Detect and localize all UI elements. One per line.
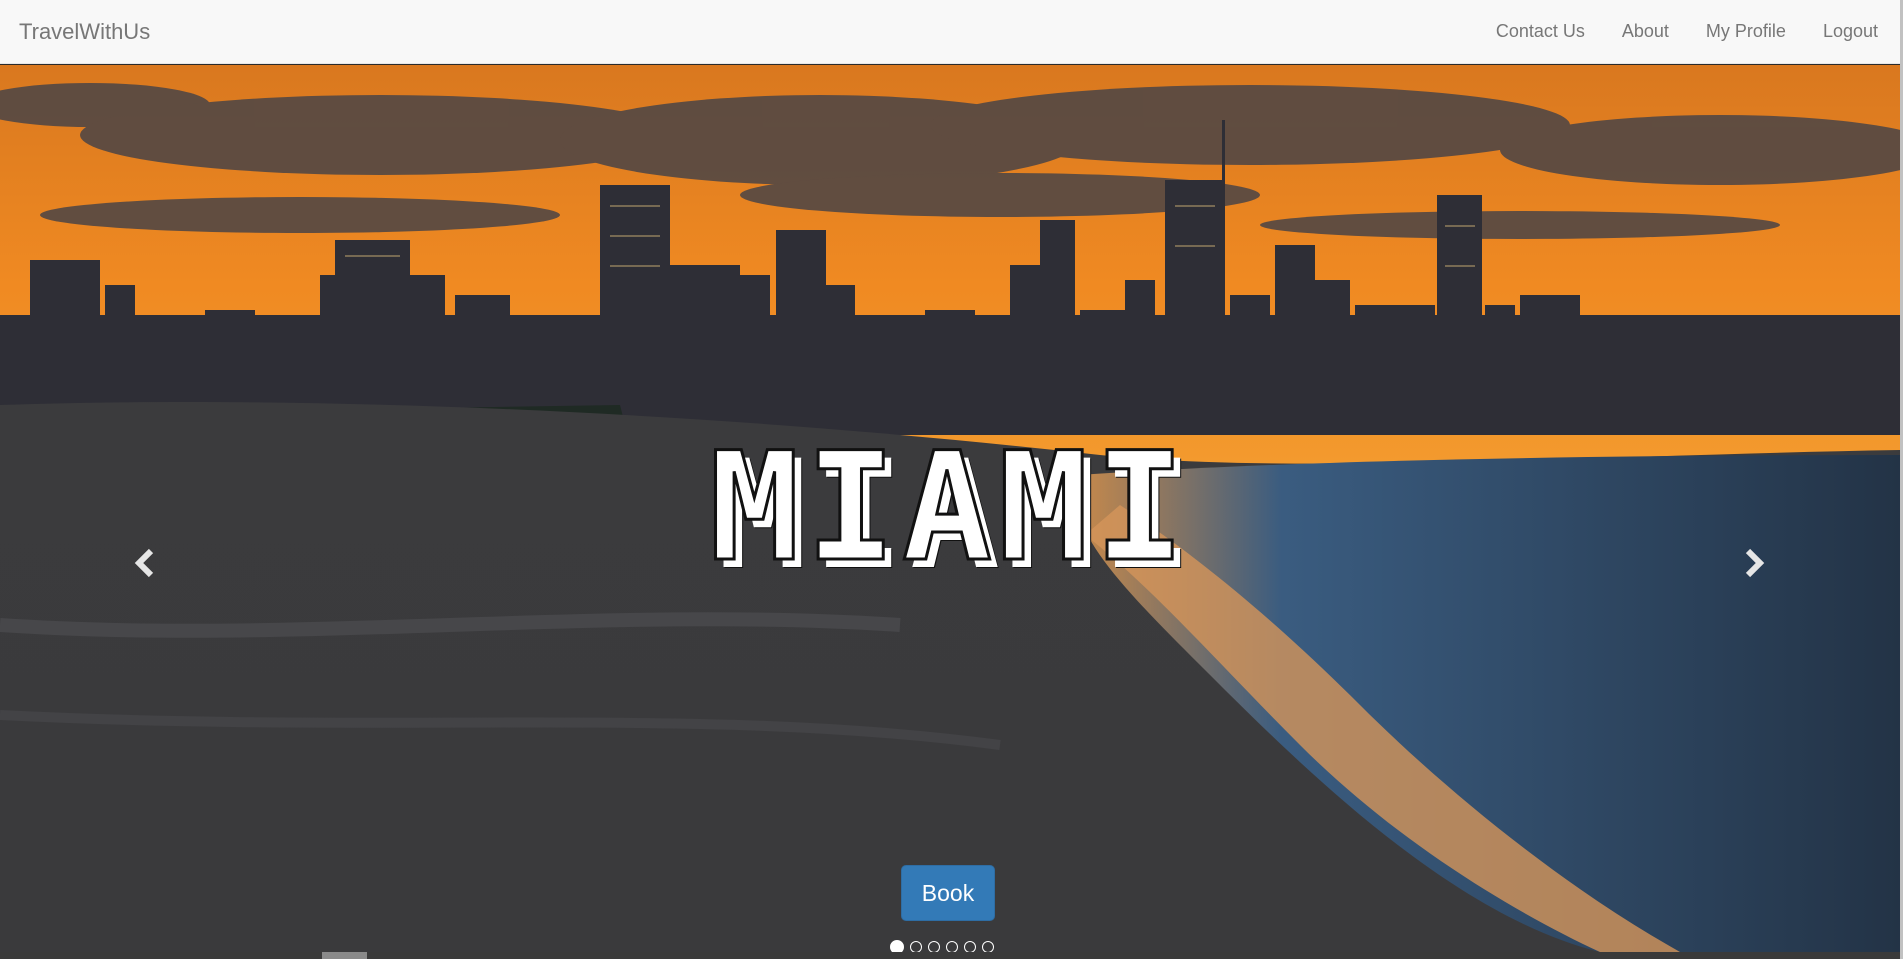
horizontal-scrollbar[interactable]: [0, 952, 1900, 959]
chevron-left-icon[interactable]: [127, 543, 167, 583]
top-navbar: TravelWithUs Contact Us About My Profile…: [0, 0, 1900, 64]
nav-contact-us[interactable]: Contact Us: [1496, 21, 1585, 42]
hero-carousel: MIAMI: [0, 65, 1900, 952]
scrollbar-thumb[interactable]: [322, 952, 367, 959]
brand-link[interactable]: TravelWithUs: [19, 19, 150, 45]
chevron-right-icon[interactable]: [1732, 543, 1772, 583]
nav-about[interactable]: About: [1622, 21, 1669, 42]
nav-my-profile[interactable]: My Profile: [1706, 21, 1786, 42]
slide-title: MIAMI: [708, 421, 1191, 595]
nav-logout[interactable]: Logout: [1823, 21, 1878, 42]
nav-links: Contact Us About My Profile Logout: [1459, 21, 1878, 42]
book-button[interactable]: Book: [901, 865, 995, 921]
